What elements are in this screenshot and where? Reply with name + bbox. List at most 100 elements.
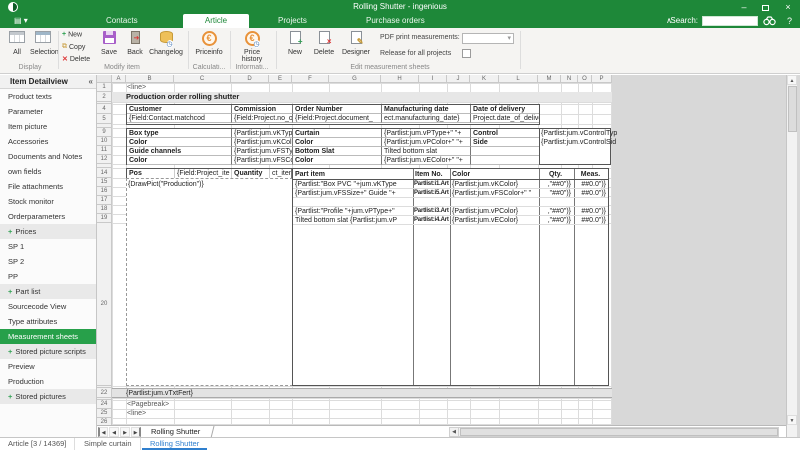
binoculars-icon[interactable]	[763, 16, 776, 26]
status-tab-article[interactable]: Article [3 / 14369]	[0, 438, 75, 450]
vertical-scrollbar[interactable]: ▲ ▼	[786, 75, 797, 437]
sidebar-group-stored-picture-scripts[interactable]: +Stored picture scripts	[0, 344, 96, 359]
status-tab-simple-curtain[interactable]: Simple curtain	[76, 438, 141, 450]
back-button[interactable]: Back	[122, 30, 148, 64]
grid-cell[interactable]: Commission	[232, 105, 293, 114]
grid-cell[interactable]: {Partlist:jum.vFSColor+" "	[452, 189, 538, 198]
grid-cell[interactable]: {Partlist:jum.vFSColor+"	[232, 156, 293, 165]
grid-cell[interactable]: Partlist:i1.ArtNr}	[414, 180, 449, 189]
grid-cell[interactable]: Tilted bottom slat	[382, 147, 471, 156]
col-letter[interactable]: H	[381, 75, 419, 82]
part-item-table[interactable]: Part item Item No. Color Qty. Meas. {Par…	[292, 168, 609, 386]
col-letter[interactable]: E	[269, 75, 292, 82]
spreadsheet[interactable]: A B C D E F G H I J K L M N O P 1 2	[97, 75, 612, 425]
sidebar-item-product-texts[interactable]: Product texts	[0, 89, 96, 104]
row-number[interactable]: 10	[97, 137, 111, 146]
col-letter[interactable]: G	[329, 75, 381, 82]
grid-cell[interactable]: Bottom Slat	[293, 147, 382, 156]
row-number[interactable]: 22	[97, 388, 111, 398]
pdf-print-combobox[interactable]: ▾	[462, 33, 514, 44]
sidebar-item-documents-and-notes[interactable]: Documents and Notes	[0, 149, 96, 164]
row-number[interactable]: 16	[97, 187, 111, 196]
grid-cell[interactable]: <Pagebreak>	[127, 400, 169, 409]
tab-projects[interactable]: Projects	[268, 14, 317, 28]
close-button[interactable]: ×	[780, 1, 796, 13]
sidebar-item-sourcecode-view[interactable]: Sourcecode View	[0, 299, 96, 314]
footer-band-cell[interactable]: {Partlist:jum.vTxtFert}	[112, 388, 612, 398]
col-letter[interactable]: N	[561, 75, 578, 82]
row-number[interactable]: 18	[97, 205, 111, 214]
grid-cell[interactable]: Meas.	[574, 170, 607, 179]
col-letter[interactable]: P	[592, 75, 612, 82]
row-number[interactable]: 25	[97, 409, 111, 418]
grid-cell[interactable]: Date of delivery	[471, 105, 539, 114]
order-header-table[interactable]: Customer Commission Order Number Manufac…	[126, 104, 540, 125]
grid-cell[interactable]: Order Number	[293, 105, 382, 114]
row-number[interactable]: 19	[97, 214, 111, 223]
grid-cell[interactable]: {Partlist:jum.vFSType+" "	[232, 147, 293, 156]
grid-cell[interactable]: Box type	[127, 129, 232, 138]
horizontal-scroll-thumb[interactable]	[460, 428, 778, 436]
sidebar-item-accessories[interactable]: Accessories	[0, 134, 96, 149]
grid-cell[interactable]: {Partlist:jum.vFSSize+" Guide "+	[295, 189, 412, 198]
grid-cell[interactable]: "##0")}	[539, 189, 571, 198]
grid-cell[interactable]: {Field:Contact.matchcod	[127, 114, 232, 123]
file-menu-icon[interactable]: ▤ ▾	[14, 16, 28, 25]
grid-cell[interactable]: ##0.0")}	[574, 216, 606, 225]
grid-cell[interactable]: {Field:Project.document_	[293, 114, 382, 123]
grid-cell[interactable]: {DrawPict("Production")}	[128, 180, 204, 189]
grid-cell[interactable]: Customer	[127, 105, 232, 114]
all-button[interactable]: All	[4, 30, 30, 64]
new-item-button[interactable]: +New	[62, 31, 82, 42]
horizontal-scrollbar[interactable]: ◀	[449, 427, 779, 437]
priceinfo-button[interactable]: €Priceinfo	[192, 30, 226, 64]
sidebar-item-item-picture[interactable]: Item picture	[0, 119, 96, 134]
grid-cell[interactable]: {Partlist:jum.vPColor}	[452, 207, 538, 216]
sidebar-item-stock-monitor[interactable]: Stock monitor	[0, 194, 96, 209]
grid-corner[interactable]	[97, 75, 112, 82]
grid-cell[interactable]: Partlist:i3.ArtNr}	[414, 207, 449, 216]
new-sheet-button[interactable]: +New	[282, 30, 308, 64]
grid-cell[interactable]: {Partlist:jum.vPType+" "+	[382, 129, 471, 138]
grid-cell[interactable]: Control	[471, 129, 539, 138]
grid-cell[interactable]: Color	[452, 170, 470, 179]
col-letter[interactable]: M	[538, 75, 561, 82]
sidebar-item-own-fields[interactable]: own fields	[0, 164, 96, 179]
grid-cell[interactable]: ##0.0")}	[574, 207, 606, 216]
grid-cell[interactable]: {Partlist:jum.vEColor}	[452, 216, 538, 225]
sidebar-item-production[interactable]: Production	[0, 374, 96, 389]
grid-cell[interactable]: Qty.	[539, 170, 572, 179]
row-number[interactable]: 26	[97, 418, 111, 425]
grid-cell[interactable]: {Partlist:jum.vControlTyp	[541, 129, 617, 138]
col-letter[interactable]: L	[499, 75, 538, 82]
grid-cell[interactable]: Manufacturing date	[382, 105, 471, 114]
sidebar-item-sp2[interactable]: SP 2	[0, 254, 96, 269]
sidebar-item-preview[interactable]: Preview	[0, 359, 96, 374]
grid-cell[interactable]	[471, 156, 539, 165]
grid-cell[interactable]: Curtain	[293, 129, 382, 138]
row-number[interactable]: 17	[97, 196, 111, 205]
grid-cell[interactable]: Item No.	[415, 170, 449, 179]
row-number[interactable]: 15	[97, 178, 111, 187]
save-button[interactable]: Save	[96, 30, 122, 64]
selection-button[interactable]: Selection	[30, 30, 56, 64]
grid-cell[interactable]: {Partlist:jum.vEColor+" "+	[382, 156, 471, 165]
col-letter[interactable]: D	[231, 75, 269, 82]
grid-cell[interactable]	[471, 147, 539, 156]
col-letter[interactable]: O	[578, 75, 592, 82]
col-letter[interactable]: B	[126, 75, 174, 82]
col-letter[interactable]: J	[447, 75, 470, 82]
sidebar-item-measurement-sheets[interactable]: Measurement sheets	[0, 329, 96, 344]
drawpict-box[interactable]: {DrawPict("Production")}	[126, 178, 293, 386]
grid-cell[interactable]: <line>	[127, 83, 146, 92]
spec-table[interactable]: Box type {Partlist:jum.vKType+" "+ Curta…	[126, 128, 540, 165]
delete-sheet-button[interactable]: ×Delete	[310, 30, 338, 64]
grid-cell[interactable]: Partlist:i5.ArtNr}	[414, 189, 449, 198]
nav-last-sheet-button[interactable]: ▶	[131, 427, 141, 437]
col-letter[interactable]: K	[470, 75, 499, 82]
row-number[interactable]: 24	[97, 400, 111, 409]
sidebar-item-type-attributes[interactable]: Type attributes	[0, 314, 96, 329]
grid-cell[interactable]: {Partlist:jum.vControlSid	[541, 138, 616, 147]
grid-cell[interactable]: ect.manufacturing_date}	[382, 114, 471, 123]
col-letter[interactable]: F	[292, 75, 329, 82]
